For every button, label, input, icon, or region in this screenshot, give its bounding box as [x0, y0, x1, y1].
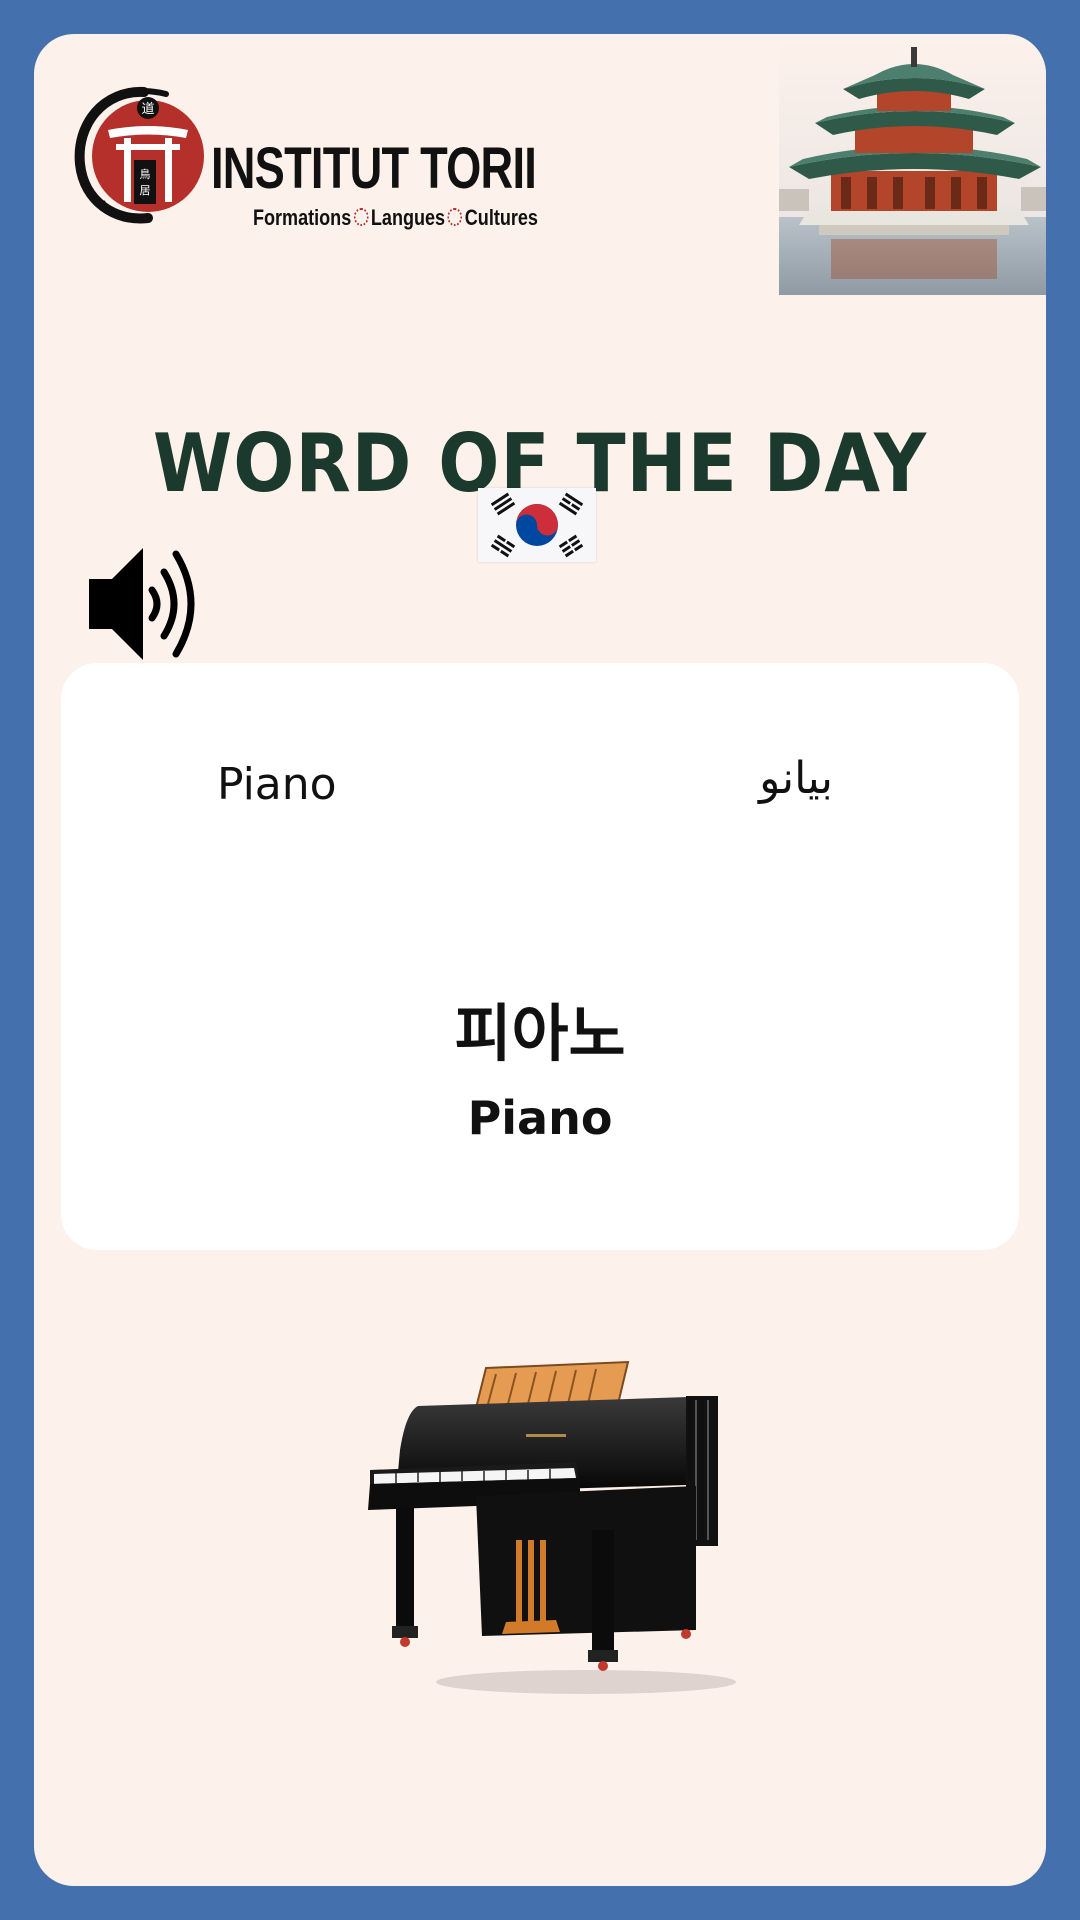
- brand-logo: 道 鳥 居 INSTITUT TORII Formations Langues Cu…: [54, 78, 538, 230]
- card-frame: 道 鳥 居 INSTITUT TORII Formations Langues Cu…: [0, 0, 1080, 1920]
- emblem-char-top: 道: [141, 102, 154, 117]
- tagline-cultures: Cultures: [464, 205, 538, 230]
- speaker-icon[interactable]: [82, 534, 202, 674]
- brand-name: INSTITUT TORII: [211, 136, 537, 201]
- korean-palace-illustration: [779, 39, 1046, 295]
- tagline-separator-icon: [353, 208, 369, 226]
- emblem-char-bottom: 居: [140, 184, 151, 197]
- tagline-langues: Langues: [370, 205, 446, 230]
- translation-latin: Piano: [217, 759, 337, 810]
- korean-word: 피아노: [454, 997, 626, 1070]
- torii-emblem-icon: 道 鳥 居: [74, 86, 204, 224]
- tagline-separator-icon: [447, 208, 463, 226]
- word-card: Piano بيانو 피아노 Piano: [61, 663, 1019, 1250]
- emblem-char-mid: 鳥: [140, 167, 151, 181]
- translation-arabic: بيانو: [759, 753, 833, 804]
- card-background: 道 鳥 居 INSTITUT TORII Formations Langues Cu…: [34, 34, 1046, 1886]
- tagline-formations: Formations: [253, 205, 352, 230]
- grand-piano-illustration: [368, 1360, 736, 1694]
- brand-tagline: Formations Langues Cultures: [253, 206, 538, 230]
- romanized-word: Piano: [467, 1091, 613, 1145]
- korea-flag-icon: [478, 488, 596, 562]
